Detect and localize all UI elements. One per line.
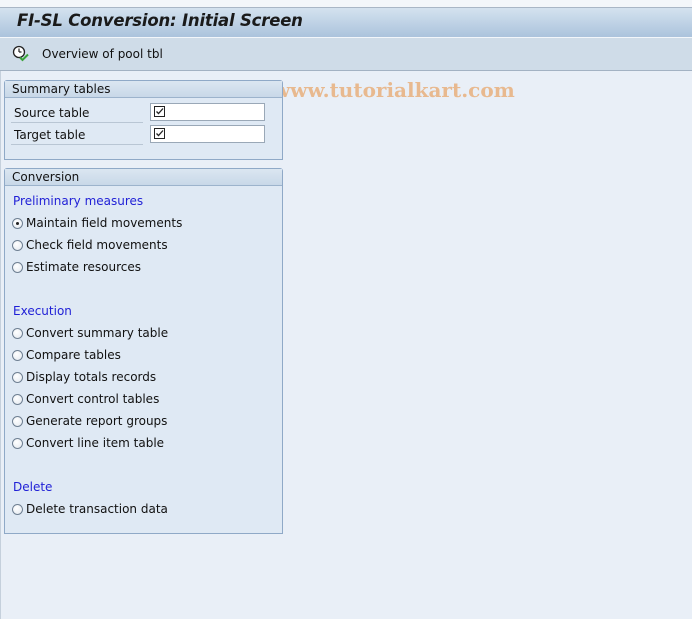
radio-label: Convert line item table [26, 436, 165, 450]
label-underline [11, 144, 143, 145]
radio-label: Check field movements [26, 238, 168, 252]
radio-unselected-icon[interactable] [12, 437, 23, 449]
radio-unselected-icon[interactable] [12, 239, 23, 251]
execution-title: Execution [13, 304, 72, 318]
overview-of-pool-tbl-button[interactable]: Overview of pool tbl [12, 44, 163, 64]
checkbox-checked-icon[interactable] [154, 106, 165, 117]
radio-unselected-icon[interactable] [12, 261, 23, 273]
radio-convert-line-item-table[interactable]: Convert line item table [12, 434, 164, 452]
radio-label: Generate report groups [26, 414, 168, 428]
radio-label: Maintain field movements [26, 216, 183, 230]
radio-compare-tables[interactable]: Compare tables [12, 346, 121, 364]
radio-unselected-icon[interactable] [12, 371, 23, 383]
radio-generate-report-groups[interactable]: Generate report groups [12, 412, 167, 430]
radio-convert-summary-table[interactable]: Convert summary table [12, 324, 168, 342]
delete-title: Delete [13, 480, 53, 494]
radio-label: Estimate resources [26, 260, 141, 274]
preliminary-measures-title: Preliminary measures [13, 194, 144, 208]
screen-title: FI-SL Conversion: Initial Screen [17, 11, 303, 30]
radio-estimate-resources[interactable]: Estimate resources [12, 258, 141, 276]
radio-convert-control-tables[interactable]: Convert control tables [12, 390, 159, 408]
overview-of-pool-tbl-label: Overview of pool tbl [42, 47, 163, 61]
radio-maintain-field-movements[interactable]: Maintain field movements [12, 214, 182, 232]
clock-check-icon [12, 45, 29, 62]
left-edge [0, 71, 1, 619]
radio-check-field-movements[interactable]: Check field movements [12, 236, 168, 254]
source-table-label: Source table [14, 106, 90, 120]
title-bar: FI-SL Conversion: Initial Screen [0, 8, 692, 38]
radio-unselected-icon[interactable] [12, 503, 23, 515]
target-table-field[interactable] [150, 125, 265, 143]
application-toolbar: Overview of pool tbl © www.tutorialkart.… [0, 38, 692, 102]
radio-delete-transaction-data[interactable]: Delete transaction data [12, 500, 168, 518]
radio-label: Delete transaction data [26, 502, 168, 516]
radio-label: Convert summary table [26, 326, 169, 340]
radio-label: Display totals records [26, 370, 157, 384]
summary-tables-header: Summary tables [5, 81, 282, 98]
window-top-strip [0, 0, 692, 8]
watermark: © www.tutorialkart.com [246, 78, 515, 102]
radio-unselected-icon[interactable] [12, 349, 23, 361]
radio-label: Compare tables [26, 348, 121, 362]
radio-unselected-icon[interactable] [12, 415, 23, 427]
summary-tables-group: Summary tables Source table Target table [4, 80, 283, 160]
radio-unselected-icon[interactable] [12, 393, 23, 405]
conversion-header: Conversion [5, 169, 282, 186]
target-table-label: Target table [14, 128, 86, 142]
radio-display-totals-records[interactable]: Display totals records [12, 368, 156, 386]
conversion-group: Conversion Preliminary measures Maintain… [4, 168, 283, 534]
label-underline [11, 122, 143, 123]
radio-selected-icon[interactable] [12, 217, 23, 229]
radio-label: Convert control tables [26, 392, 160, 406]
checkbox-checked-icon[interactable] [154, 128, 165, 139]
radio-unselected-icon[interactable] [12, 327, 23, 339]
source-table-field[interactable] [150, 103, 265, 121]
